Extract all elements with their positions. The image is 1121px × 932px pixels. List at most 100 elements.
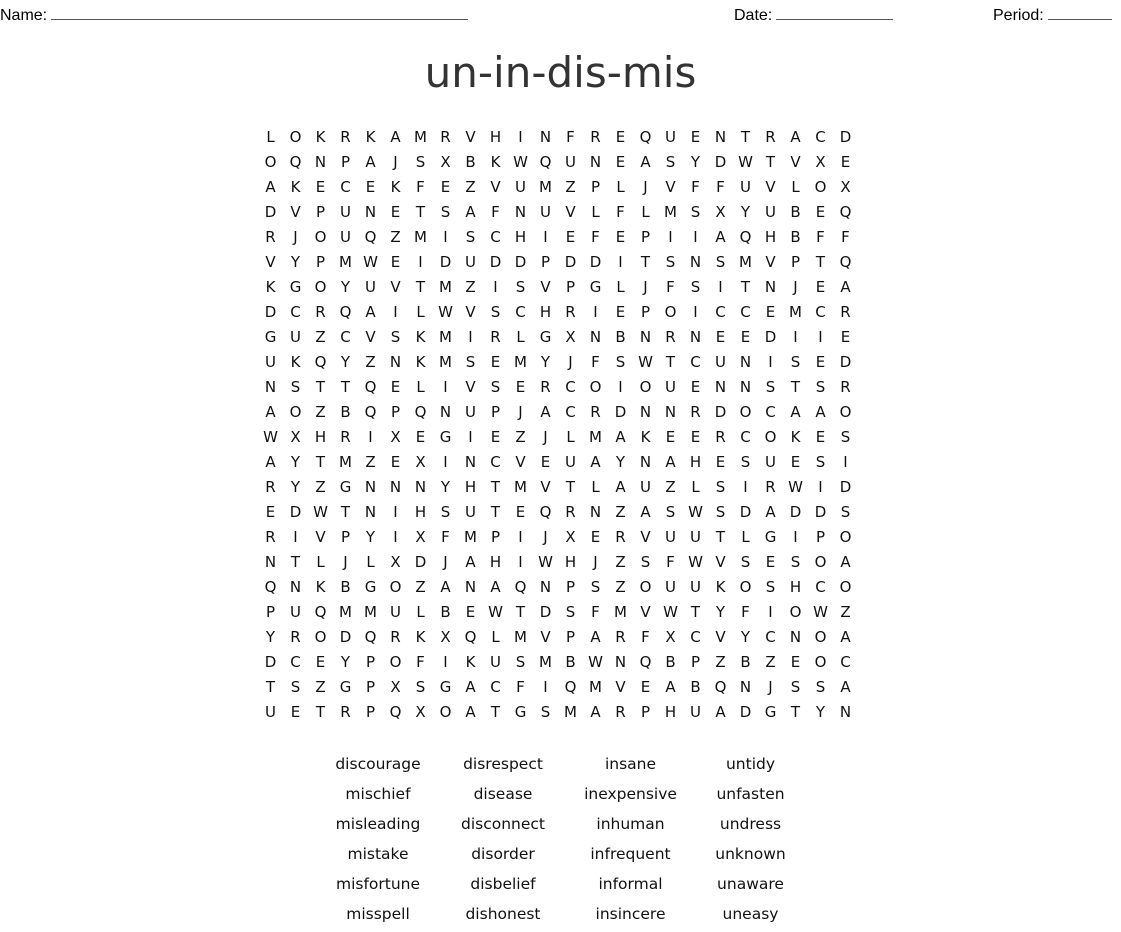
grid-letter[interactable]: E xyxy=(383,249,408,274)
grid-letter[interactable]: N xyxy=(633,449,658,474)
grid-letter[interactable]: U xyxy=(458,499,483,524)
grid-letter[interactable]: D xyxy=(433,249,458,274)
grid-letter[interactable]: A xyxy=(783,399,808,424)
grid-letter[interactable]: N xyxy=(383,474,408,499)
grid-letter[interactable]: G xyxy=(533,324,558,349)
grid-letter[interactable]: S xyxy=(633,549,658,574)
grid-letter[interactable]: I xyxy=(583,299,608,324)
grid-letter[interactable]: M xyxy=(658,199,683,224)
grid-letter[interactable]: O xyxy=(808,549,833,574)
grid-letter[interactable]: W xyxy=(683,499,708,524)
grid-letter[interactable]: L xyxy=(633,199,658,224)
grid-letter[interactable]: V xyxy=(383,274,408,299)
grid-letter[interactable]: I xyxy=(383,299,408,324)
grid-letter[interactable]: S xyxy=(833,424,858,449)
grid-letter[interactable]: N xyxy=(583,499,608,524)
grid-letter[interactable]: W xyxy=(583,649,608,674)
grid-letter[interactable]: O xyxy=(583,374,608,399)
grid-letter[interactable]: K xyxy=(383,174,408,199)
grid-letter[interactable]: B xyxy=(683,674,708,699)
grid-letter[interactable]: A xyxy=(433,574,458,599)
grid-letter[interactable]: A xyxy=(708,699,733,724)
grid-letter[interactable]: F xyxy=(633,624,658,649)
grid-letter[interactable]: H xyxy=(758,224,783,249)
grid-letter[interactable]: I xyxy=(758,599,783,624)
grid-letter[interactable]: Z xyxy=(308,324,333,349)
grid-letter[interactable]: K xyxy=(408,624,433,649)
grid-letter[interactable]: B xyxy=(733,649,758,674)
grid-letter[interactable]: Z xyxy=(358,449,383,474)
grid-letter[interactable]: N xyxy=(283,574,308,599)
grid-letter[interactable]: P xyxy=(358,699,383,724)
grid-letter[interactable]: B xyxy=(558,649,583,674)
grid-letter[interactable]: H xyxy=(783,574,808,599)
grid-letter[interactable]: A xyxy=(633,499,658,524)
grid-letter[interactable]: E xyxy=(583,524,608,549)
grid-letter[interactable]: S xyxy=(683,199,708,224)
grid-letter[interactable]: J xyxy=(283,224,308,249)
date-field[interactable]: Date: xyxy=(734,4,894,25)
grid-letter[interactable]: Y xyxy=(358,524,383,549)
grid-letter[interactable]: P xyxy=(358,649,383,674)
grid-letter[interactable]: O xyxy=(783,599,808,624)
grid-letter[interactable]: M xyxy=(508,474,533,499)
grid-letter[interactable]: O xyxy=(808,174,833,199)
grid-letter[interactable]: T xyxy=(683,599,708,624)
grid-letter[interactable]: R xyxy=(583,124,608,149)
grid-letter[interactable]: X xyxy=(558,524,583,549)
grid-letter[interactable]: P xyxy=(558,574,583,599)
grid-letter[interactable]: S xyxy=(733,549,758,574)
grid-letter[interactable]: Y xyxy=(333,349,358,374)
grid-letter[interactable]: V xyxy=(633,599,658,624)
grid-letter[interactable]: P xyxy=(483,524,508,549)
grid-letter[interactable]: C xyxy=(483,449,508,474)
grid-letter[interactable]: Y xyxy=(733,624,758,649)
grid-letter[interactable]: L xyxy=(408,599,433,624)
grid-letter[interactable]: A xyxy=(258,449,283,474)
grid-letter[interactable]: T xyxy=(408,199,433,224)
grid-letter[interactable]: K xyxy=(308,124,333,149)
grid-letter[interactable]: L xyxy=(508,324,533,349)
grid-letter[interactable]: O xyxy=(433,699,458,724)
grid-letter[interactable]: Y xyxy=(333,274,358,299)
grid-letter[interactable]: S xyxy=(408,674,433,699)
grid-letter[interactable]: S xyxy=(808,449,833,474)
grid-letter[interactable]: X xyxy=(658,624,683,649)
grid-letter[interactable]: S xyxy=(658,149,683,174)
grid-letter[interactable]: U xyxy=(683,524,708,549)
grid-letter[interactable]: H xyxy=(533,299,558,324)
grid-letter[interactable]: E xyxy=(808,349,833,374)
grid-letter[interactable]: C xyxy=(758,624,783,649)
grid-letter[interactable]: I xyxy=(508,549,533,574)
grid-letter[interactable]: X xyxy=(833,174,858,199)
grid-letter[interactable]: I xyxy=(433,449,458,474)
grid-letter[interactable]: T xyxy=(708,524,733,549)
grid-letter[interactable]: L xyxy=(558,424,583,449)
grid-letter[interactable]: Q xyxy=(558,674,583,699)
grid-letter[interactable]: R xyxy=(383,624,408,649)
grid-letter[interactable]: W xyxy=(733,149,758,174)
grid-letter[interactable]: K xyxy=(708,574,733,599)
grid-letter[interactable]: D xyxy=(583,249,608,274)
grid-letter[interactable]: S xyxy=(558,599,583,624)
grid-letter[interactable]: Y xyxy=(733,199,758,224)
grid-letter[interactable]: M xyxy=(333,249,358,274)
grid-letter[interactable]: O xyxy=(308,624,333,649)
grid-letter[interactable]: J xyxy=(333,549,358,574)
grid-letter[interactable]: X xyxy=(433,149,458,174)
grid-letter[interactable]: B xyxy=(333,399,358,424)
grid-letter[interactable]: I xyxy=(783,524,808,549)
grid-letter[interactable]: A xyxy=(533,399,558,424)
grid-letter[interactable]: A xyxy=(833,549,858,574)
grid-letter[interactable]: E xyxy=(808,274,833,299)
grid-letter[interactable]: T xyxy=(308,374,333,399)
grid-letter[interactable]: S xyxy=(283,374,308,399)
grid-letter[interactable]: P xyxy=(633,299,658,324)
grid-letter[interactable]: O xyxy=(658,299,683,324)
grid-letter[interactable]: O xyxy=(308,224,333,249)
grid-letter[interactable]: S xyxy=(383,324,408,349)
grid-letter[interactable]: P xyxy=(683,649,708,674)
grid-letter[interactable]: R xyxy=(658,324,683,349)
grid-letter[interactable]: S xyxy=(733,449,758,474)
grid-letter[interactable]: F xyxy=(658,549,683,574)
